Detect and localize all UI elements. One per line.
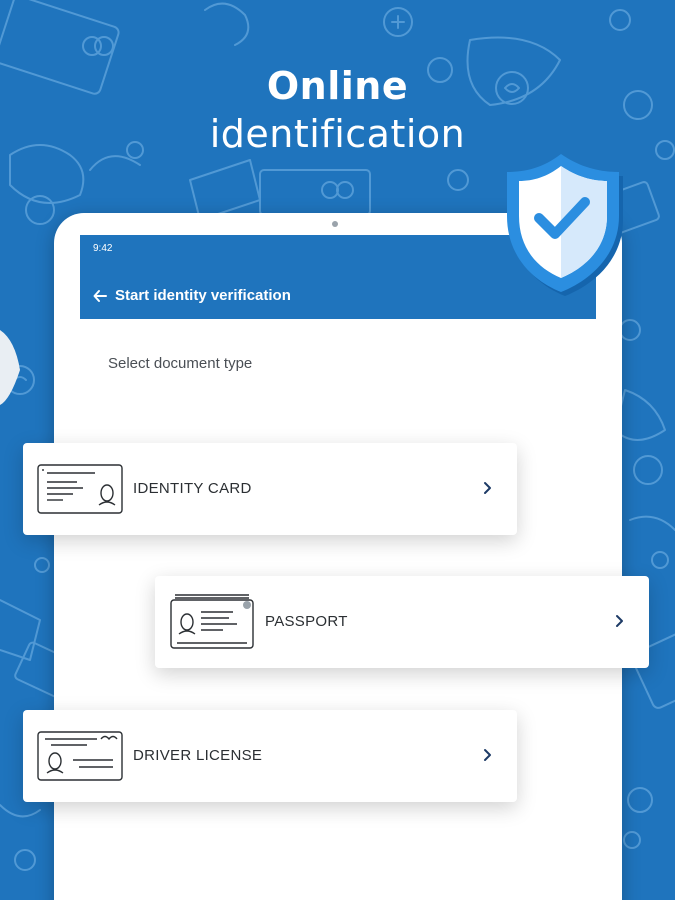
document-label: DRIVER LICENSE xyxy=(133,747,263,764)
status-time: 9:42 xyxy=(93,243,113,254)
tablet-camera xyxy=(332,221,338,227)
app-bar-row: Start identity verification xyxy=(93,287,291,304)
identity-card-icon xyxy=(37,461,125,517)
driver-license-icon xyxy=(37,728,125,784)
document-option-passport[interactable]: PASSPORT xyxy=(155,576,649,668)
chevron-right-icon xyxy=(483,481,493,495)
passport-icon xyxy=(169,594,257,650)
hero-title-bold: Online xyxy=(266,64,409,108)
back-arrow-icon[interactable] xyxy=(93,289,107,303)
shield-check-icon xyxy=(505,150,625,300)
chevron-right-icon xyxy=(483,748,493,762)
hero-title: Online identification xyxy=(0,62,675,158)
document-option-driver-license[interactable]: DRIVER LICENSE xyxy=(23,710,517,802)
app-bar-title: Start identity verification xyxy=(115,287,291,304)
section-label: Select document type xyxy=(108,355,253,372)
document-label: PASSPORT xyxy=(265,613,348,630)
document-option-identity-card[interactable]: IDENTITY CARD xyxy=(23,443,517,535)
document-label: IDENTITY CARD xyxy=(133,480,252,497)
chevron-right-icon xyxy=(615,614,625,628)
